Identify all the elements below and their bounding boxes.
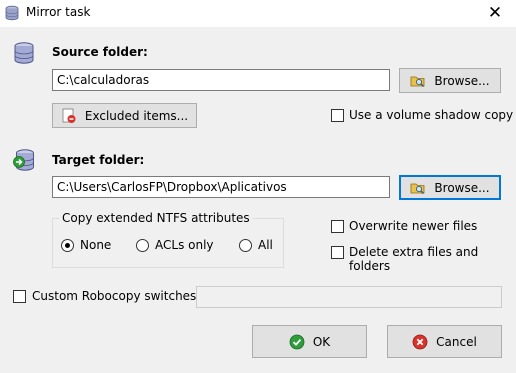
ok-button[interactable]: OK xyxy=(252,325,367,358)
ntfs-option-all-radio[interactable] xyxy=(239,239,252,252)
database-icon xyxy=(4,5,20,24)
robocopy-label: Custom Robocopy switches: xyxy=(32,289,201,303)
ntfs-option-none-label: None xyxy=(80,238,112,252)
target-folder-icon xyxy=(12,148,36,175)
robocopy-checkbox[interactable] xyxy=(13,290,26,303)
shadow-copy-checkbox[interactable] xyxy=(331,109,344,122)
robocopy-switches-field[interactable] xyxy=(196,286,502,308)
ntfs-option-acls-radio[interactable] xyxy=(136,239,149,252)
ntfs-option-acls-label: ACLs only xyxy=(155,238,214,252)
cancel-label: Cancel xyxy=(436,334,477,349)
overwrite-newer-label: Overwrite newer files xyxy=(349,219,478,233)
source-browse-button[interactable]: Browse... xyxy=(399,68,501,93)
delete-extra-label: Delete extra files and folders xyxy=(349,245,479,273)
close-button[interactable]: ✕ xyxy=(483,2,507,24)
excluded-items-button[interactable]: Excluded items... xyxy=(52,103,197,128)
check-icon xyxy=(289,334,305,350)
target-browse-label: Browse... xyxy=(434,180,490,195)
overwrite-newer-checkbox[interactable] xyxy=(331,220,344,233)
ntfs-option-none-radio[interactable] xyxy=(61,239,74,252)
cancel-button[interactable]: Cancel xyxy=(387,325,502,358)
folder-search-icon xyxy=(410,74,426,88)
delete-extra-checkbox[interactable] xyxy=(331,246,344,259)
excluded-items-label: Excluded items... xyxy=(84,108,189,123)
target-path-field[interactable]: C:\Users\CarlosFP\Dropbox\Aplicativos xyxy=(52,176,390,198)
target-browse-button[interactable]: Browse... xyxy=(399,175,501,200)
target-folder-label: Target folder: xyxy=(52,153,145,167)
source-folder-icon xyxy=(12,41,36,68)
window-title: Mirror task xyxy=(26,5,91,19)
folder-search-icon xyxy=(410,181,426,195)
excluded-items-icon xyxy=(61,108,77,124)
cancel-icon xyxy=(412,334,428,350)
ntfs-option-all-label: All xyxy=(258,238,273,252)
ok-label: OK xyxy=(312,334,331,349)
source-path-field[interactable]: C:\calculadoras xyxy=(52,69,390,91)
source-folder-label: Source folder: xyxy=(52,45,148,59)
shadow-copy-label: Use a volume shadow copy xyxy=(349,108,514,122)
source-browse-label: Browse... xyxy=(434,73,490,88)
ntfs-group-legend: Copy extended NTFS attributes xyxy=(59,211,253,225)
title-bar: Mirror task ✕ xyxy=(0,0,516,27)
